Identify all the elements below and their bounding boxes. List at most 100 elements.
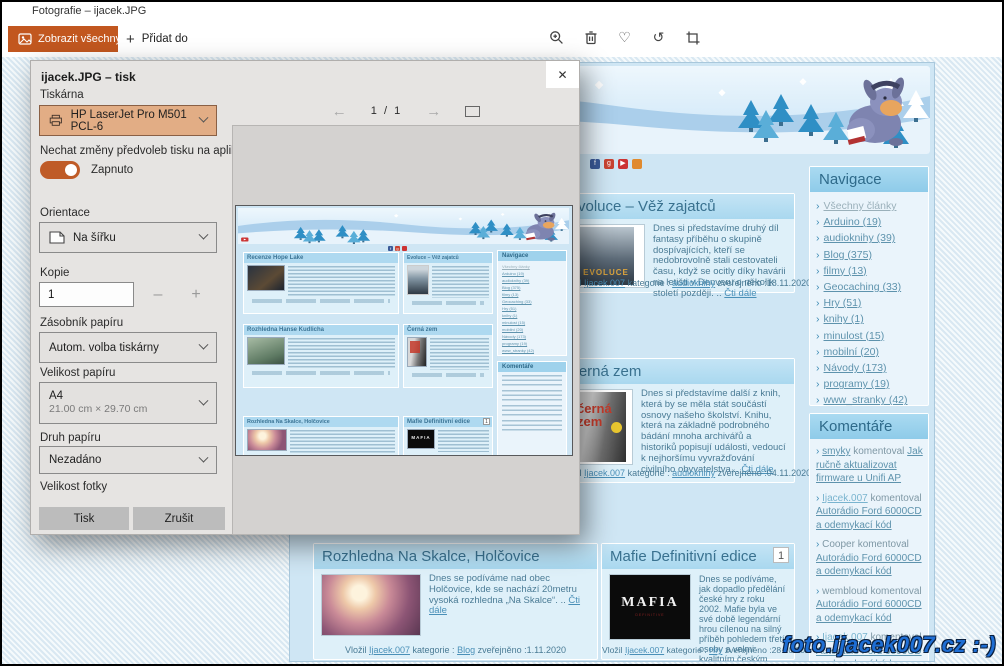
category-link[interactable]: audioknihy bbox=[672, 278, 715, 288]
remember-toggle[interactable] bbox=[40, 161, 80, 179]
copies-increment-button[interactable]: + bbox=[183, 282, 209, 307]
printer-icon bbox=[49, 113, 63, 128]
photos-icon bbox=[18, 33, 32, 45]
chevron-down-icon bbox=[199, 395, 209, 405]
zoom-icon[interactable] bbox=[548, 29, 565, 46]
printer-select[interactable]: HP LaserJet Pro M501 PCL-6 bbox=[39, 105, 217, 136]
paper-tray-value: Autom. volba tiskárny bbox=[49, 342, 159, 354]
sticker bbox=[611, 422, 622, 433]
rotate-icon[interactable]: ↺ bbox=[650, 29, 667, 46]
read-more-link[interactable]: Čti dále bbox=[724, 288, 756, 299]
preview-area: fg Recenze Hope Lake Evoluce – Věž zajat… bbox=[232, 125, 580, 535]
article-title: Rozhledna Na Skalce, Holčovice bbox=[314, 544, 597, 569]
app-window: Fotografie – ijacek.JPG Zobrazit všechny… bbox=[0, 0, 1004, 666]
chevron-down-icon bbox=[199, 340, 209, 350]
paper-tray-select[interactable]: Autom. volba tiskárny bbox=[39, 332, 217, 363]
close-icon[interactable]: ✕ bbox=[546, 61, 579, 88]
mini-article-skalce: Rozhledna Na Skalce, Holčovice bbox=[243, 416, 399, 456]
mini-article-evoluce: Evoluce – Věž zajatců bbox=[403, 252, 493, 314]
printer-label: Tiskárna bbox=[40, 89, 84, 101]
comment-item: › Ijacek.007 komentoval Autorádio Ford 6… bbox=[816, 492, 924, 533]
remember-label: Nechat změny předvoleb tisku na aplikaci bbox=[40, 145, 252, 157]
mini-comment-badge: 1 bbox=[483, 418, 490, 425]
author-link[interactable]: Ijacek.007 bbox=[584, 468, 625, 478]
social-icons: f g ▶ bbox=[590, 159, 642, 169]
comments-box: Komentáře › smyky komentoval Jak ručně a… bbox=[809, 413, 929, 662]
category-link[interactable]: audioknihy bbox=[672, 468, 715, 478]
article-footer: Vložil Ijacek.007 kategorie : Blog zveře… bbox=[314, 645, 597, 655]
paper-type-value: Nezadáno bbox=[49, 454, 101, 466]
nav-box: Navigace ›Všechny články ›Arduino (19) ›… bbox=[809, 166, 929, 406]
crop-icon[interactable] bbox=[684, 29, 701, 46]
paper-tray-label: Zásobník papíru bbox=[40, 317, 123, 329]
nav-link-blog[interactable]: ›Blog (375) bbox=[816, 247, 924, 263]
nav-link-mobilni[interactable]: ›mobilní (20) bbox=[816, 344, 924, 360]
author-link[interactable]: Ijacek.007 bbox=[584, 278, 625, 288]
nav-link-geocaching[interactable]: ›Geocaching (33) bbox=[816, 279, 924, 295]
landscape-page-icon bbox=[49, 231, 65, 244]
toolbar: Zobrazit všechny fotky + Přidat do ♡ ↺ bbox=[2, 21, 1002, 57]
copies-input[interactable] bbox=[39, 282, 134, 307]
nav-link-knihy[interactable]: ›knihy (1) bbox=[816, 311, 924, 327]
photographer-watermark: foto.ijacek007.cz :-) bbox=[783, 632, 996, 658]
comment-target-link[interactable]: Autorádio Ford 6000CD a odemykací kód bbox=[816, 599, 922, 624]
facebook-icon[interactable]: f bbox=[590, 159, 600, 169]
mini-article-cerna-zem: Černá zem bbox=[403, 324, 493, 388]
delete-icon[interactable] bbox=[582, 29, 599, 46]
nav-link-arduino[interactable]: ›Arduino (19) bbox=[816, 214, 924, 230]
article-footer: Vložil Ijacek.007 kategorie : Hry zveřej… bbox=[602, 645, 794, 655]
favorite-icon[interactable]: ♡ bbox=[616, 29, 633, 46]
window-title: Fotografie – ijacek.JPG bbox=[2, 2, 1002, 21]
mini-article-hope-lake: Recenze Hope Lake bbox=[243, 252, 399, 314]
nav-link-minulost[interactable]: ›minulost (15) bbox=[816, 328, 924, 344]
fullscreen-icon[interactable] bbox=[465, 106, 480, 117]
copies-label: Kopie bbox=[40, 267, 69, 279]
mini-nav-box: Navigace Všechny články Arduino (19) aud… bbox=[497, 250, 567, 356]
previous-page-icon[interactable]: ← bbox=[332, 103, 347, 120]
youtube-icon[interactable]: ▶ bbox=[618, 159, 628, 169]
mafia-cover-image[interactable]: MAFIADEFINITIVE bbox=[609, 574, 691, 640]
googleplus-icon[interactable]: g bbox=[604, 159, 614, 169]
nav-link-filmy[interactable]: ›filmy (13) bbox=[816, 263, 924, 279]
chevron-down-icon bbox=[199, 452, 209, 462]
comment-item: › wembloud komentoval Autorádio Ford 600… bbox=[816, 585, 924, 626]
author-link[interactable]: Ijacek.007 bbox=[625, 645, 664, 655]
nav-link-www-stranky[interactable]: ›www_stranky (42) bbox=[816, 392, 924, 408]
next-page-icon[interactable]: → bbox=[426, 103, 441, 120]
skalce-photo-image[interactable] bbox=[321, 574, 421, 636]
article-cerna-zem: Černá zem černá zem Dnes si představíme … bbox=[559, 358, 795, 483]
add-to-button[interactable]: + Přidat do bbox=[118, 26, 196, 52]
nav-link-audioknihy[interactable]: ›audioknihy (39) bbox=[816, 230, 924, 246]
article-title: Černá zem bbox=[560, 359, 794, 384]
print-button[interactable]: Tisk bbox=[39, 507, 129, 530]
comment-user-link[interactable]: smyky bbox=[822, 446, 850, 457]
paper-size-select[interactable]: A4 21.00 cm × 29.70 cm bbox=[39, 382, 217, 424]
article-skalce: Rozhledna Na Skalce, Holčovice Dnes se p… bbox=[313, 543, 598, 660]
print-preview-page: fg Recenze Hope Lake Evoluce – Věž zajat… bbox=[235, 205, 573, 456]
author-link[interactable]: Ijacek.007 bbox=[369, 645, 410, 655]
paper-type-label: Druh papíru bbox=[40, 432, 101, 444]
nav-link-hry[interactable]: ›Hry (51) bbox=[816, 295, 924, 311]
article-title: Mafie Definitivní edice 1 bbox=[602, 544, 794, 569]
orientation-value: Na šířku bbox=[73, 232, 116, 244]
cancel-button[interactable]: Zrušit bbox=[133, 507, 225, 530]
rss-icon[interactable] bbox=[632, 159, 642, 169]
nav-link-navody[interactable]: ›Návody (173) bbox=[816, 360, 924, 376]
mini-article-mafie: Mafie Definitivní edice1 MAFIA bbox=[403, 416, 493, 456]
comment-target-link[interactable]: Autorádio Ford 6000CD a odemykací kód bbox=[816, 506, 922, 531]
comment-count-badge: 1 bbox=[773, 547, 789, 563]
plus-icon: + bbox=[126, 31, 135, 48]
toggle-state-label: Zapnuto bbox=[91, 164, 133, 176]
article-mafie: Mafie Definitivní edice 1 MAFIADEFINITIV… bbox=[601, 543, 795, 660]
paper-type-select[interactable]: Nezadáno bbox=[39, 446, 217, 474]
viewer-background: f g ▶ Evoluce – Věž zajatců EVOLUCE Dnes… bbox=[2, 57, 1002, 664]
copies-decrement-button[interactable]: – bbox=[145, 282, 171, 307]
nav-link-programy[interactable]: ›programy (19) bbox=[816, 376, 924, 392]
mini-social-icons: fg bbox=[388, 246, 407, 251]
category-link[interactable]: Hry bbox=[709, 645, 722, 655]
category-link[interactable]: Blog bbox=[457, 645, 475, 655]
comment-user-link[interactable]: Ijacek.007 bbox=[822, 493, 868, 504]
nav-link-all[interactable]: ›Všechny články bbox=[816, 198, 924, 214]
orientation-select[interactable]: Na šířku bbox=[39, 222, 217, 253]
comment-target-link[interactable]: Autorádio Ford 6000CD a odemykací kód bbox=[816, 553, 922, 578]
